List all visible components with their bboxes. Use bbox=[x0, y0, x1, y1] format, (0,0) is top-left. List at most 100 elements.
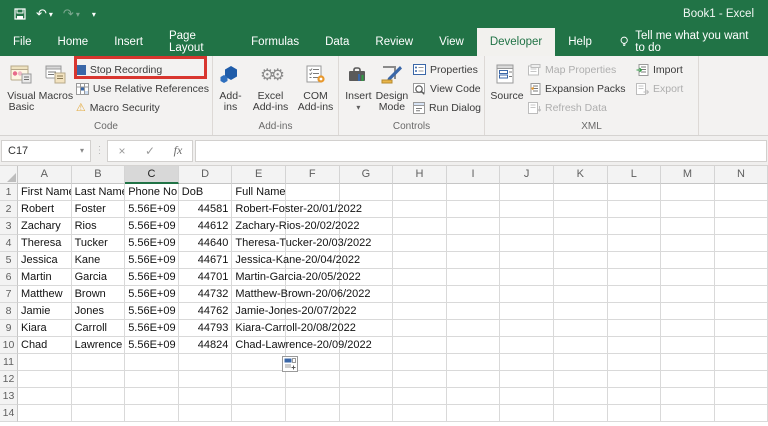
cell-F13[interactable] bbox=[285, 388, 340, 405]
cell-A14[interactable] bbox=[18, 405, 72, 422]
cell-A5[interactable]: Jessica bbox=[18, 252, 72, 269]
row-header-4[interactable]: 4 bbox=[0, 235, 18, 252]
cell-D6[interactable]: 44701 bbox=[178, 269, 233, 286]
cell-H8[interactable] bbox=[393, 303, 447, 320]
cell-J9[interactable] bbox=[500, 320, 554, 337]
cell-L14[interactable] bbox=[607, 405, 662, 422]
insert-function-icon[interactable]: fx bbox=[164, 143, 192, 158]
cell-A11[interactable] bbox=[18, 354, 72, 371]
cell-C2[interactable]: 5.56E+09 bbox=[125, 201, 179, 218]
column-header-K[interactable]: K bbox=[553, 166, 608, 184]
cell-L8[interactable] bbox=[607, 303, 662, 320]
cell-L3[interactable] bbox=[607, 218, 662, 235]
cell-L11[interactable] bbox=[607, 354, 662, 371]
cell-J13[interactable] bbox=[500, 388, 554, 405]
cell-J10[interactable] bbox=[500, 337, 554, 354]
cell-C4[interactable]: 5.56E+09 bbox=[125, 235, 179, 252]
excel-addins-button[interactable]: ⚙⚙ Excel Add-ins bbox=[250, 58, 292, 113]
cell-L12[interactable] bbox=[607, 371, 662, 388]
cell-C10[interactable]: 5.56E+09 bbox=[125, 337, 179, 354]
cell-I3[interactable] bbox=[446, 218, 501, 235]
cell-M11[interactable] bbox=[661, 354, 715, 371]
cell-K6[interactable] bbox=[553, 269, 608, 286]
tab-developer[interactable]: Developer bbox=[476, 28, 556, 56]
cell-C7[interactable]: 5.56E+09 bbox=[125, 286, 179, 303]
cell-B13[interactable] bbox=[71, 388, 126, 405]
cell-E5[interactable]: Jessica-Kane-20/04/2022 bbox=[232, 252, 360, 269]
row-header-10[interactable]: 10 bbox=[0, 337, 18, 354]
cell-L6[interactable] bbox=[607, 269, 662, 286]
cell-C11[interactable] bbox=[125, 354, 179, 371]
cell-M13[interactable] bbox=[661, 388, 715, 405]
tab-page-layout[interactable]: Page Layout bbox=[156, 28, 238, 56]
cell-L5[interactable] bbox=[607, 252, 662, 269]
tab-help[interactable]: Help bbox=[555, 28, 605, 56]
cell-K10[interactable] bbox=[553, 337, 608, 354]
cell-D14[interactable] bbox=[178, 405, 233, 422]
undo-button[interactable]: ↶ ▾ bbox=[36, 6, 53, 22]
cell-J8[interactable] bbox=[500, 303, 554, 320]
cell-H14[interactable] bbox=[393, 405, 447, 422]
cell-E13[interactable] bbox=[232, 388, 286, 405]
cell-I5[interactable] bbox=[446, 252, 501, 269]
row-header-11[interactable]: 11 bbox=[0, 354, 18, 371]
tab-home[interactable]: Home bbox=[45, 28, 102, 56]
cell-N8[interactable] bbox=[714, 303, 768, 320]
cell-H7[interactable] bbox=[393, 286, 447, 303]
cell-K7[interactable] bbox=[553, 286, 608, 303]
cell-C3[interactable]: 5.56E+09 bbox=[125, 218, 179, 235]
cell-N1[interactable] bbox=[714, 184, 768, 201]
cell-I8[interactable] bbox=[446, 303, 501, 320]
cell-C8[interactable]: 5.56E+09 bbox=[125, 303, 179, 320]
column-header-E[interactable]: E bbox=[232, 166, 286, 184]
cell-A12[interactable] bbox=[18, 371, 72, 388]
cell-J4[interactable] bbox=[500, 235, 554, 252]
macros-button[interactable]: Macros bbox=[39, 58, 73, 102]
cell-F12[interactable] bbox=[285, 371, 340, 388]
column-header-I[interactable]: I bbox=[446, 166, 501, 184]
redo-button[interactable]: ↷ ▾ bbox=[63, 6, 80, 22]
cell-B2[interactable]: Foster bbox=[71, 201, 126, 218]
cell-J12[interactable] bbox=[500, 371, 554, 388]
cell-A13[interactable] bbox=[18, 388, 72, 405]
tell-me-box[interactable]: Tell me what you want to do bbox=[609, 28, 768, 56]
stop-recording-button[interactable]: Stop Recording bbox=[73, 60, 212, 79]
cell-G14[interactable] bbox=[339, 405, 394, 422]
cancel-entry-icon[interactable]: × bbox=[108, 144, 136, 158]
cell-C14[interactable] bbox=[125, 405, 179, 422]
column-header-L[interactable]: L bbox=[607, 166, 662, 184]
tab-view[interactable]: View bbox=[426, 28, 477, 56]
cell-D1[interactable]: DoB bbox=[178, 184, 233, 201]
cell-A2[interactable]: Robert bbox=[18, 201, 72, 218]
cell-K4[interactable] bbox=[553, 235, 608, 252]
cell-I14[interactable] bbox=[446, 405, 501, 422]
cell-K3[interactable] bbox=[553, 218, 608, 235]
cell-M7[interactable] bbox=[661, 286, 715, 303]
cell-H4[interactable] bbox=[393, 235, 447, 252]
cell-B1[interactable]: Last Name bbox=[71, 184, 126, 201]
addins-button[interactable]: Add-ins bbox=[214, 58, 248, 113]
cell-B14[interactable] bbox=[71, 405, 126, 422]
cell-G12[interactable] bbox=[339, 371, 394, 388]
refresh-data-button[interactable]: Refresh Data bbox=[525, 98, 633, 117]
design-mode-button[interactable]: Design Mode bbox=[374, 58, 410, 113]
cell-J2[interactable] bbox=[500, 201, 554, 218]
tab-insert[interactable]: Insert bbox=[101, 28, 156, 56]
cell-C5[interactable]: 5.56E+09 bbox=[125, 252, 179, 269]
cell-A3[interactable]: Zachary bbox=[18, 218, 72, 235]
cell-B11[interactable] bbox=[71, 354, 126, 371]
cell-J11[interactable] bbox=[500, 354, 554, 371]
row-header-7[interactable]: 7 bbox=[0, 286, 18, 303]
cell-I10[interactable] bbox=[446, 337, 501, 354]
cell-D12[interactable] bbox=[178, 371, 233, 388]
cell-M10[interactable] bbox=[661, 337, 715, 354]
cell-D9[interactable]: 44793 bbox=[178, 320, 233, 337]
cell-N11[interactable] bbox=[714, 354, 768, 371]
cell-H13[interactable] bbox=[393, 388, 447, 405]
cell-L13[interactable] bbox=[607, 388, 662, 405]
cell-N10[interactable] bbox=[714, 337, 768, 354]
source-button[interactable]: Source bbox=[489, 58, 525, 102]
cell-K2[interactable] bbox=[553, 201, 608, 218]
cell-C12[interactable] bbox=[125, 371, 179, 388]
cell-K8[interactable] bbox=[553, 303, 608, 320]
